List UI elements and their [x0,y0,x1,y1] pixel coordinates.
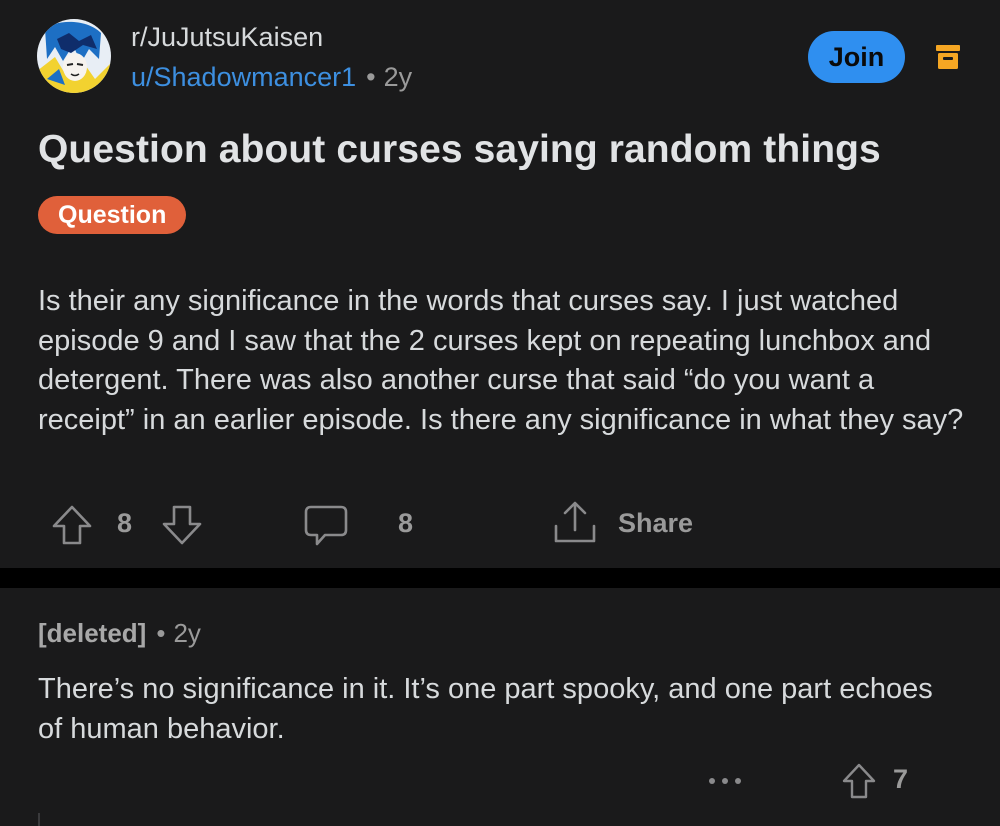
archive-icon[interactable] [935,44,961,70]
comment-meta: [deleted] • 2y [38,618,201,649]
comment-score: 7 [893,764,909,794]
post-title[interactable]: Question about curses saying random thin… [38,128,978,172]
comment-upvote-icon[interactable] [842,763,876,799]
post-card: r/JuJutsuKaisen u/Shadowmancer1 • 2y Join … [0,0,1000,568]
comment-age: 2y [173,618,201,648]
post-author[interactable]: u/Shadowmancer1 [131,62,356,92]
post-meta: u/Shadowmancer1 • 2y [131,62,412,93]
subreddit-name[interactable]: r/JuJutsuKaisen [131,22,323,53]
join-button[interactable]: Join [808,31,905,83]
comment-body: There’s no significance in it. It’s one … [38,673,933,745]
post-age: 2y [383,62,413,92]
share-button[interactable]: Share [618,508,693,539]
upvote-icon[interactable] [50,504,94,546]
post-action-bar: 8 8 Share [0,496,1000,552]
downvote-icon[interactable] [160,504,204,546]
share-icon[interactable] [552,500,598,546]
comment-count[interactable]: 8 [398,508,413,539]
subreddit-avatar-icon[interactable] [37,19,111,93]
comment-card: [deleted] • 2y There’s no significance in … [0,588,1000,826]
meta-separator: • [366,62,376,92]
comment-author[interactable]: [deleted] [38,618,146,648]
post-score: 8 [117,508,133,538]
more-options-icon[interactable] [707,773,743,789]
comment-icon[interactable] [303,504,349,548]
meta-separator: • [156,618,166,648]
post-flair[interactable]: Question [38,196,187,234]
thread-line [38,813,40,826]
post-body: Is their any significance in the words t… [38,285,964,436]
